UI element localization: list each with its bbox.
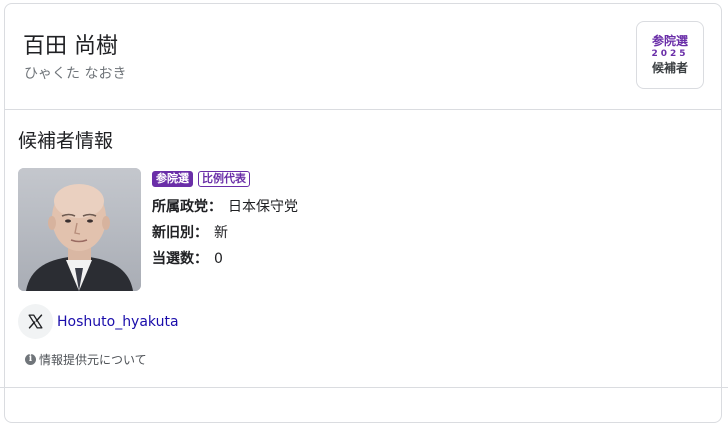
bottom-divider: [0, 387, 728, 388]
detail-party-value: 日本保守党: [228, 199, 298, 215]
source-info-label[interactable]: 情報提供元について: [39, 351, 147, 368]
x-handle-link[interactable]: Hoshuto_hyakuta: [57, 314, 179, 330]
x-icon[interactable]: [18, 304, 53, 339]
candidate-tags: 参院選 比例代表: [152, 171, 250, 187]
section-title: 候補者情報: [18, 130, 114, 152]
election-badge-bottom: 候補者: [651, 61, 688, 75]
election-badge: 参院選 2025 候補者: [636, 21, 704, 89]
detail-wins-value: 0: [214, 251, 223, 267]
info-icon[interactable]: i: [25, 354, 36, 365]
detail-status: 新旧別： 新: [152, 222, 228, 242]
candidate-name: 百田 尚樹: [23, 34, 118, 59]
detail-wins-label: 当選数：: [152, 251, 208, 267]
election-badge-year: 2025: [651, 49, 689, 59]
tag-proportional: 比例代表: [198, 171, 250, 187]
detail-status-label: 新旧別：: [152, 225, 208, 241]
candidate-kana: ひゃくた なおき: [24, 66, 127, 82]
detail-status-value: 新: [214, 225, 228, 241]
detail-wins: 当選数： 0: [152, 248, 223, 268]
election-badge-top: 参院選: [651, 34, 688, 48]
tag-election: 参院選: [152, 171, 193, 187]
source-info[interactable]: i 情報提供元について: [25, 351, 147, 368]
candidate-photo: [18, 168, 141, 291]
detail-party: 所属政党： 日本保守党: [152, 196, 298, 216]
candidate-header: 百田 尚樹 ひゃくた なおき 参院選 2025 候補者: [5, 4, 721, 110]
detail-party-label: 所属政党：: [152, 199, 222, 215]
social-link-row[interactable]: Hoshuto_hyakuta: [18, 304, 179, 339]
